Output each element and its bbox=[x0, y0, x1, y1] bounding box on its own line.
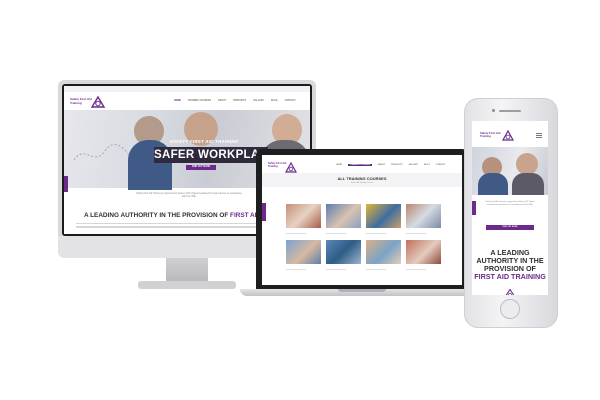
laptop-nav: HOME TRAINING COURSES ABOUT PRODUCTS GAL… bbox=[336, 164, 445, 166]
course-photo bbox=[326, 204, 361, 228]
phone-find-out-more-button[interactable]: FIND OUT MORE bbox=[486, 225, 534, 230]
course-tile[interactable]: SCHOOLS FIRST AID bbox=[366, 240, 401, 270]
course-tile[interactable]: FIRST AID AT WORK bbox=[286, 204, 321, 234]
course-photo bbox=[326, 240, 361, 264]
nav-products[interactable]: PRODUCTS bbox=[391, 164, 402, 166]
course-tile[interactable]: BASIC LIFE SUPPORT bbox=[286, 240, 321, 270]
desktop-nav: HOME TRAINING COURSES ABOUT PRODUCTS GAL… bbox=[174, 100, 296, 106]
nav-training-courses[interactable]: TRAINING COURSES bbox=[348, 164, 373, 166]
course-tile[interactable]: AED DEFIBRILLATION bbox=[406, 240, 441, 270]
course-caption: SCHOOLS FIRST AID bbox=[366, 265, 382, 266]
laptop-logo[interactable]: Safety First Aid Training bbox=[268, 160, 300, 173]
nav-blog[interactable]: BLOG bbox=[271, 100, 278, 106]
course-caption: REQUALIFICATION bbox=[406, 229, 420, 230]
phone-home-button[interactable] bbox=[500, 299, 520, 319]
laptop-opening-notch bbox=[338, 289, 386, 292]
leading-authority-headline: A LEADING AUTHORITY IN THE PROVISION OF … bbox=[474, 249, 546, 281]
nav-home[interactable]: HOME bbox=[336, 164, 342, 166]
logo-line2: Training bbox=[70, 100, 82, 105]
headline-highlight: FIRST AID TRAINING bbox=[474, 272, 546, 281]
laptop-screen: Safety First Aid Training HOME TRAINING … bbox=[262, 155, 462, 285]
phone-logo[interactable]: Safety First Aid Training bbox=[480, 129, 518, 143]
desktop-monitor-foot bbox=[138, 281, 236, 289]
course-caption: BASIC LIFE SUPPORT bbox=[286, 265, 303, 266]
nav-contact[interactable]: CONTACT bbox=[436, 164, 446, 166]
phone-camera bbox=[492, 109, 495, 112]
side-feedback-tab[interactable] bbox=[64, 176, 68, 192]
hamburger-menu-icon[interactable] bbox=[536, 133, 542, 138]
page-title: ALL TRAINING COURSES bbox=[337, 176, 387, 181]
hero-person-photo bbox=[512, 173, 544, 195]
nav-training-courses[interactable]: TRAINING COURSES bbox=[188, 100, 211, 106]
course-tile[interactable]: EMERGENCY FIRST AID bbox=[326, 204, 361, 234]
course-photo bbox=[366, 240, 401, 264]
phone-speaker bbox=[499, 110, 521, 112]
logo-line2: Training bbox=[480, 134, 491, 139]
intro-blurb: Safety First Aid Training is approved to… bbox=[136, 192, 242, 199]
course-tile[interactable]: ANAPHYLAXIS AWARENESS bbox=[326, 240, 361, 270]
logo-emblem-icon bbox=[505, 289, 515, 295]
course-caption: FIRST AID AT WORK bbox=[286, 229, 301, 230]
course-caption: PAEDIATRIC FIRST AID bbox=[366, 229, 383, 230]
hero-subtitle: SAFETY FIRST AID TRAINING bbox=[169, 139, 239, 144]
course-photo bbox=[286, 240, 321, 264]
nav-about[interactable]: ABOUT bbox=[218, 100, 226, 106]
logo-line2: Training bbox=[268, 165, 278, 168]
desktop-logo[interactable]: Safety First Aid Training bbox=[70, 95, 110, 109]
course-caption: EMERGENCY FIRST AID bbox=[326, 229, 344, 230]
course-photo bbox=[286, 204, 321, 228]
nav-gallery[interactable]: GALLERY bbox=[253, 100, 264, 106]
hero-dashed-path bbox=[73, 144, 131, 161]
hero-title: SAFER WORKPLACES bbox=[154, 147, 285, 163]
course-photo bbox=[366, 204, 401, 228]
course-photo bbox=[406, 240, 441, 264]
side-feedback-tab[interactable] bbox=[472, 201, 476, 215]
desktop-topbar bbox=[64, 86, 310, 92]
hero-find-out-more-button[interactable]: FIND OUT MORE bbox=[186, 165, 216, 170]
course-caption: AED DEFIBRILLATION bbox=[406, 265, 422, 266]
hero-person-photo bbox=[516, 153, 538, 175]
phone-hero bbox=[472, 147, 548, 195]
nav-products[interactable]: PRODUCTS bbox=[233, 100, 246, 106]
breadcrumb: Home / All Training Courses bbox=[350, 182, 374, 184]
intro-blurb: Safety First Aid Training is approved to… bbox=[485, 201, 535, 206]
nav-blog[interactable]: BLOG bbox=[424, 164, 430, 166]
side-feedback-tab[interactable] bbox=[262, 203, 266, 221]
nav-gallery[interactable]: GALLERY bbox=[408, 164, 417, 166]
course-tile[interactable]: PAEDIATRIC FIRST AID bbox=[366, 204, 401, 234]
headline-main: A LEADING AUTHORITY IN THE PROVISION OF bbox=[476, 248, 544, 273]
nav-home[interactable]: HOME bbox=[174, 100, 181, 106]
course-photo bbox=[406, 204, 441, 228]
course-caption: ANAPHYLAXIS AWARENESS bbox=[326, 265, 347, 266]
desktop-monitor-stand bbox=[166, 258, 208, 282]
headline-main: A LEADING AUTHORITY IN THE PROVISION OF bbox=[84, 212, 231, 219]
nav-about[interactable]: ABOUT bbox=[378, 164, 385, 166]
hero-person-photo bbox=[478, 173, 508, 195]
nav-contact[interactable]: CONTACT bbox=[285, 100, 296, 106]
course-tile[interactable]: REQUALIFICATION bbox=[406, 204, 441, 234]
phone-screen: Safety First Aid Training Safety First A… bbox=[472, 121, 548, 295]
